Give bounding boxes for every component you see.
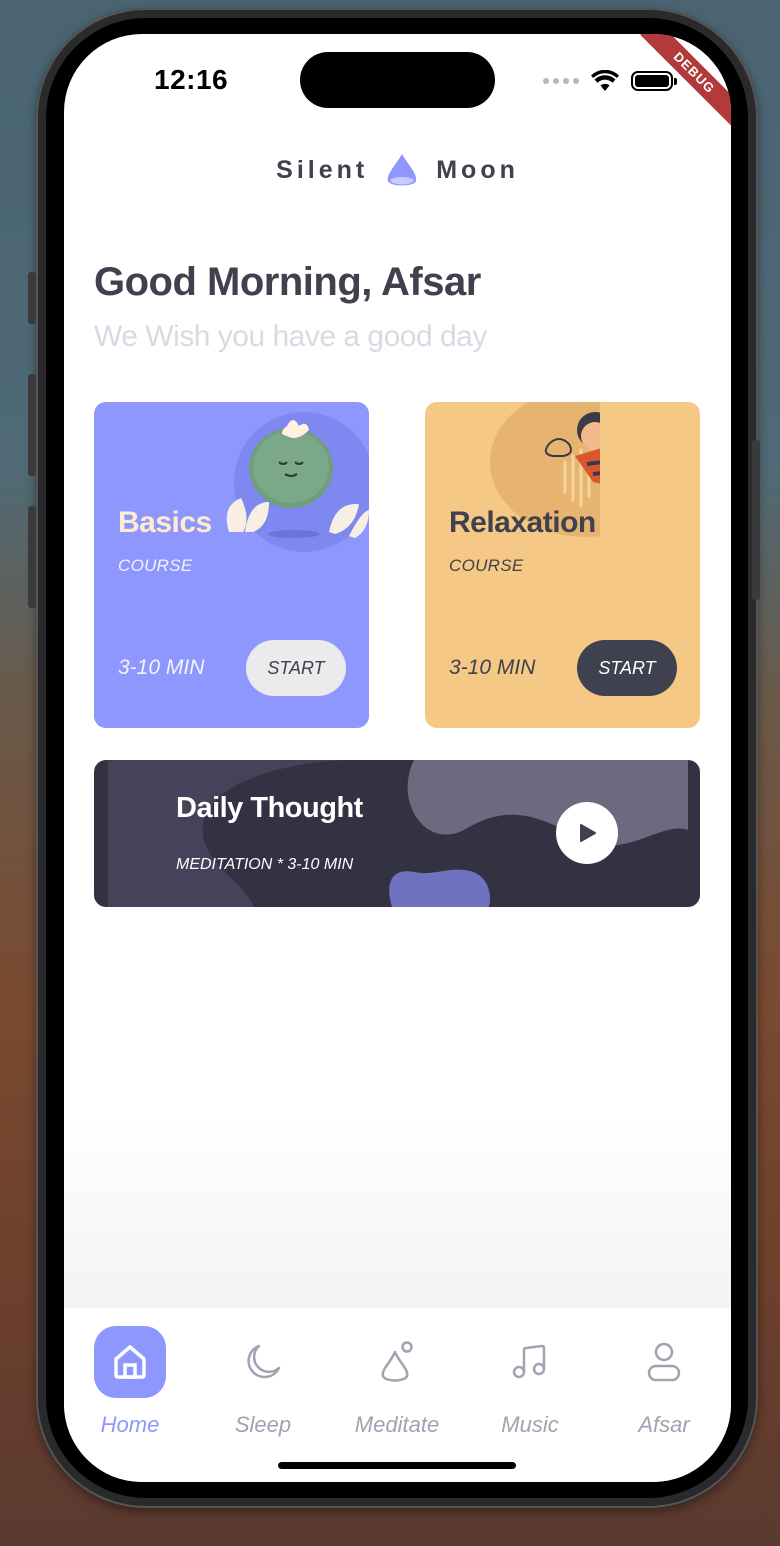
phone-mute-switch xyxy=(28,272,36,324)
brand-name-right: Moon xyxy=(436,155,519,184)
daily-thought-title: Daily Thought xyxy=(176,792,363,824)
card-duration: 3-10 MIN xyxy=(118,656,205,679)
meditate-icon xyxy=(381,1341,413,1382)
battery-icon xyxy=(631,71,677,91)
relaxation-start-button[interactable]: START xyxy=(577,640,677,696)
tab-music[interactable]: Music xyxy=(475,1326,585,1438)
tab-label: Home xyxy=(100,1412,160,1437)
brand-name-left: Silent xyxy=(276,155,369,184)
daily-thought-play-button[interactable] xyxy=(556,802,618,864)
relaxation-course-card[interactable]: Relaxation COURSE 3-10 MIN START xyxy=(425,402,700,728)
greeting-subtitle: We Wish you have a good day xyxy=(94,320,487,353)
moon-drop-logo-icon xyxy=(387,154,417,186)
card-duration: 3-10 MIN xyxy=(449,656,536,679)
moon-icon xyxy=(247,1344,281,1379)
bottom-tab-bar: Home Sleep Meditate Music Afsar xyxy=(64,1308,731,1482)
app-screen: 12:16 DEBUG Silent Moon Good Morning, Af… xyxy=(64,34,731,1482)
meditate-icon-container xyxy=(361,1326,433,1398)
basics-course-card[interactable]: Basics COURSE 3-10 MIN START xyxy=(94,402,369,728)
tab-label: Sleep xyxy=(234,1412,292,1437)
daily-thought-card[interactable]: Daily Thought MEDITATION * 3-10 MIN xyxy=(94,760,700,907)
tab-label: Meditate xyxy=(354,1412,440,1437)
user-icon-container xyxy=(628,1326,700,1398)
tab-label: Afsar xyxy=(638,1412,690,1437)
moon-icon-container xyxy=(227,1326,299,1398)
user-icon xyxy=(647,1342,681,1382)
home-indicator xyxy=(278,1462,516,1469)
phone-volume-down xyxy=(28,506,36,608)
status-icons xyxy=(543,70,677,92)
phone-volume-up xyxy=(28,374,36,476)
card-title: Basics xyxy=(118,506,212,539)
meditating-figure-illustration xyxy=(226,412,369,552)
music-note-icon xyxy=(512,1344,546,1379)
greeting-title: Good Morning, Afsar xyxy=(94,260,481,304)
wifi-icon xyxy=(591,70,619,91)
basics-start-button[interactable]: START xyxy=(246,640,346,696)
music-icon-container xyxy=(494,1326,566,1398)
tab-profile[interactable]: Afsar xyxy=(609,1326,719,1438)
content-fade xyxy=(64,1114,731,1308)
play-icon xyxy=(580,824,596,842)
card-title: Relaxation xyxy=(449,506,596,539)
cellular-signal-icon xyxy=(543,78,579,84)
home-icon xyxy=(114,1345,146,1379)
daily-thought-subtitle: MEDITATION * 3-10 MIN xyxy=(176,856,354,873)
tab-label: Music xyxy=(501,1412,559,1437)
phone-power-button xyxy=(752,440,760,600)
brand-header: Silent Moon xyxy=(64,152,731,188)
tab-home[interactable]: Home xyxy=(75,1326,185,1438)
tab-sleep[interactable]: Sleep xyxy=(208,1326,318,1438)
tab-meditate[interactable]: Meditate xyxy=(342,1326,452,1438)
card-type: COURSE xyxy=(449,556,524,575)
dynamic-island xyxy=(300,52,495,108)
card-type: COURSE xyxy=(118,556,193,575)
status-time: 12:16 xyxy=(154,64,229,95)
home-icon-container xyxy=(94,1326,166,1398)
